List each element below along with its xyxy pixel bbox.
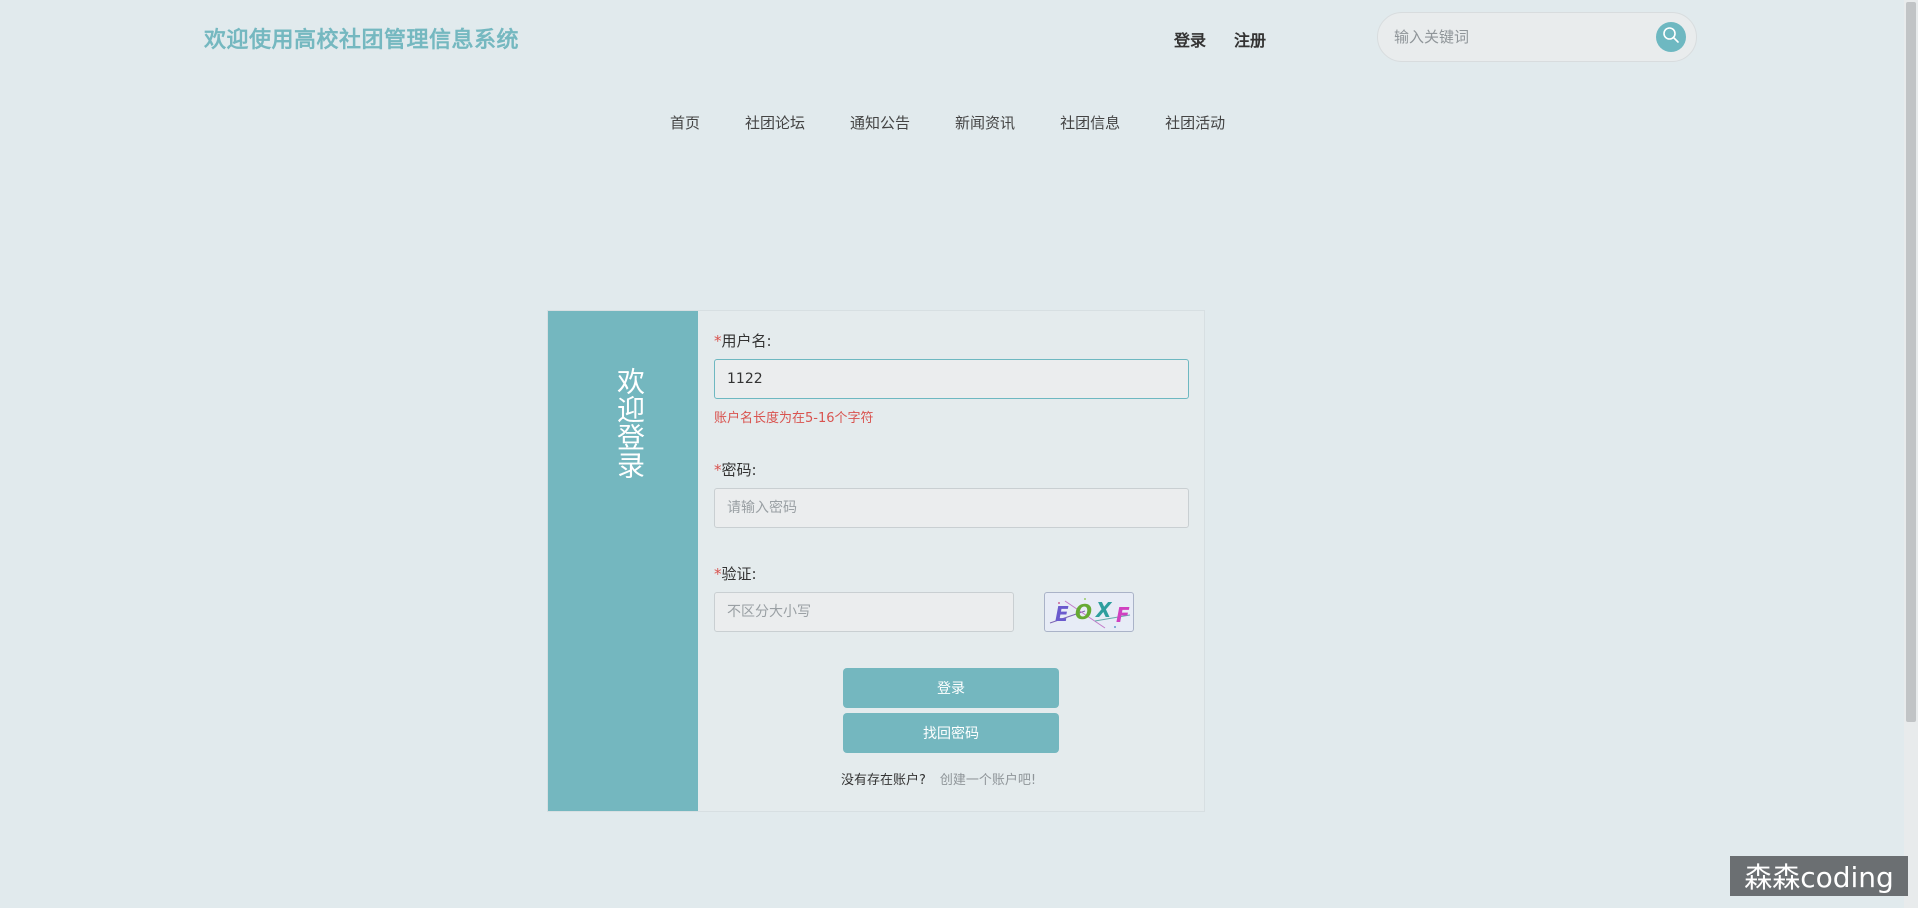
- nav-item-club-info[interactable]: 社团信息: [1060, 112, 1120, 133]
- search-icon: [1662, 26, 1680, 48]
- login-welcome-title: 欢迎登录: [613, 367, 646, 479]
- nav-item-forum[interactable]: 社团论坛: [745, 112, 805, 133]
- page-scrollbar[interactable]: [1904, 0, 1918, 908]
- main-nav: 首页 社团论坛 通知公告 新闻资讯 社团信息 社团活动: [670, 112, 1270, 133]
- username-error-message: 账户名长度为在5-16个字符: [714, 411, 874, 426]
- watermark: 森森coding: [1730, 856, 1908, 896]
- site-title: 欢迎使用高校社团管理信息系统: [204, 28, 520, 53]
- nav-item-notices[interactable]: 通知公告: [850, 112, 910, 133]
- top-links: 登录 注册: [1174, 27, 1266, 51]
- nav-item-club-activities[interactable]: 社团活动: [1165, 112, 1225, 133]
- required-mark: *: [714, 461, 722, 479]
- scrollbar-thumb[interactable]: [1906, 2, 1916, 722]
- captcha-char-3: X: [1094, 598, 1113, 622]
- nav-item-news[interactable]: 新闻资讯: [955, 112, 1015, 133]
- captcha-input[interactable]: [714, 592, 1014, 632]
- login-button[interactable]: 登录: [843, 668, 1059, 708]
- captcha-char-2: O: [1075, 600, 1092, 624]
- search-button[interactable]: [1656, 22, 1686, 52]
- search-box: [1377, 12, 1697, 62]
- password-label: *密码:: [714, 461, 757, 479]
- username-label: *用户名:: [714, 332, 772, 350]
- search-input[interactable]: [1394, 28, 1656, 46]
- nav-item-home[interactable]: 首页: [670, 112, 700, 133]
- no-account-text: 没有存在账户?: [841, 773, 926, 788]
- captcha-label: *验证:: [714, 565, 757, 583]
- login-card: 欢迎登录 *用户名: 账户名长度为在5-16个字符 *密码: *验证: E O …: [547, 310, 1205, 812]
- login-link[interactable]: 登录: [1174, 27, 1206, 51]
- captcha-char-1: E: [1055, 602, 1069, 626]
- login-card-side-panel: 欢迎登录: [548, 311, 698, 811]
- password-input[interactable]: [714, 488, 1189, 528]
- signup-row: 没有存在账户? 创建一个账户吧!: [841, 769, 1036, 788]
- captcha-char-4: F: [1116, 603, 1130, 627]
- recover-password-button[interactable]: 找回密码: [843, 713, 1059, 753]
- captcha-image[interactable]: E O X F: [1044, 592, 1134, 632]
- username-input[interactable]: [714, 359, 1189, 399]
- required-mark: *: [714, 565, 722, 583]
- required-mark: *: [714, 332, 722, 350]
- create-account-link[interactable]: 创建一个账户吧!: [940, 769, 1036, 788]
- register-link[interactable]: 注册: [1234, 27, 1266, 51]
